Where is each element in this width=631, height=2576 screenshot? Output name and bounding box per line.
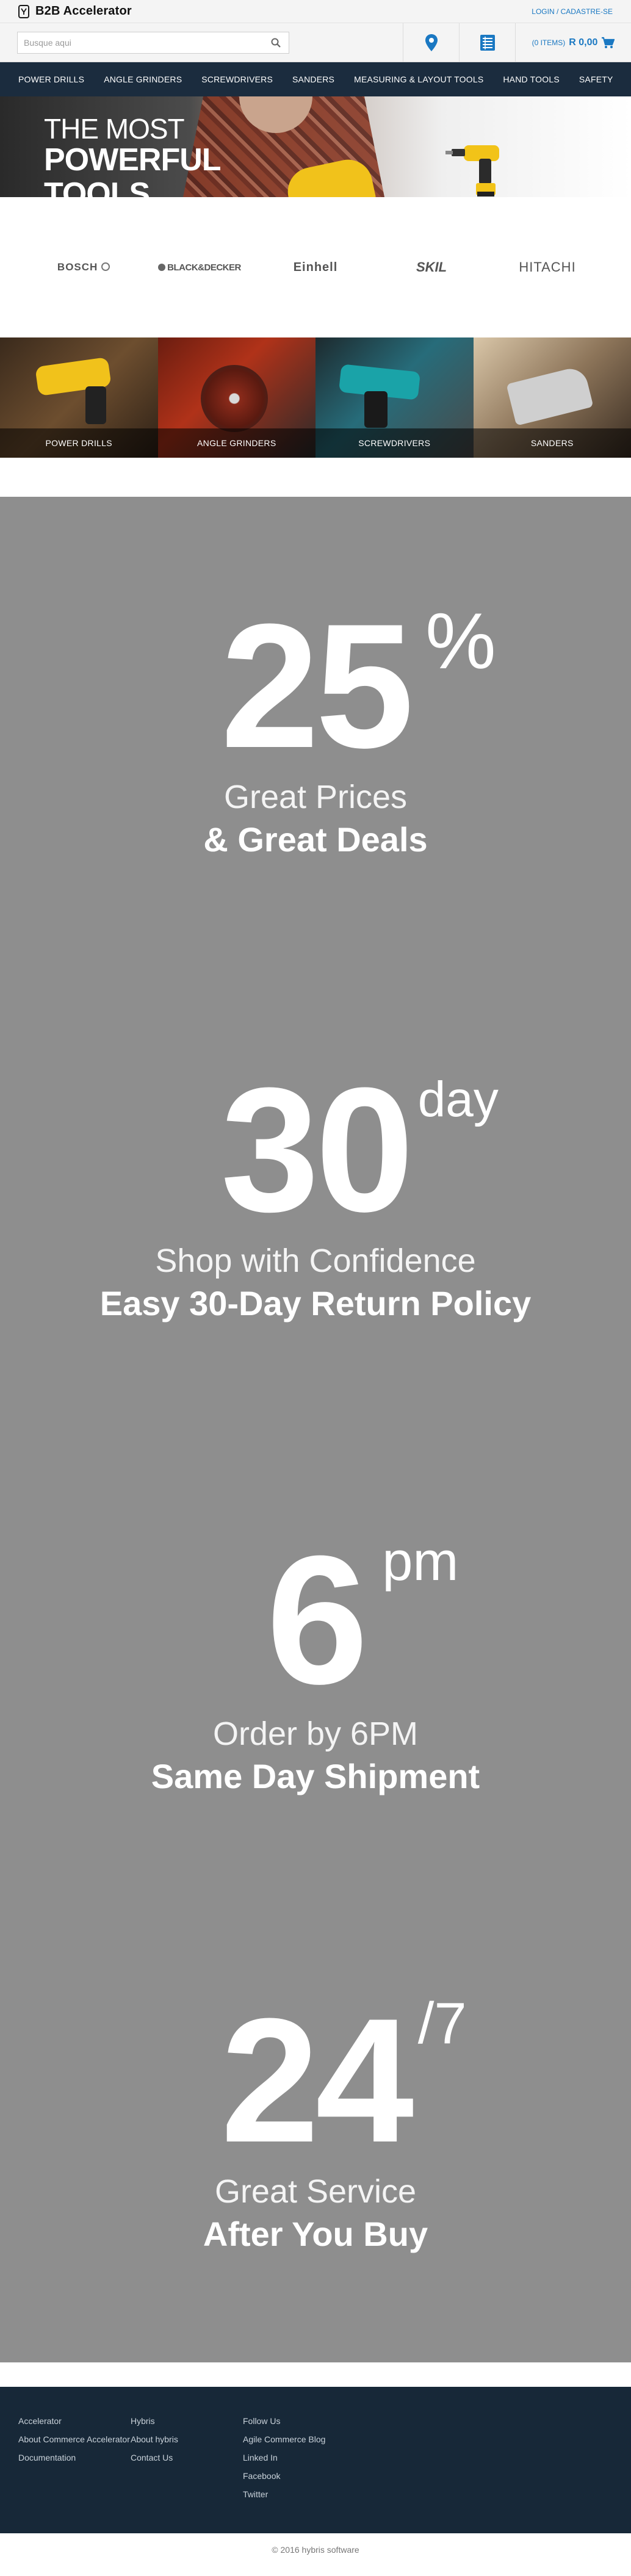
brand-logo-skil[interactable]: SKIL <box>373 259 489 275</box>
nav-item-hand-tools[interactable]: HAND TOOLS <box>493 74 569 84</box>
brand-logo-black-decker-text: BLACK&DECKER <box>167 262 241 273</box>
cart-item-count: (0 ITEMS) <box>532 38 566 47</box>
promo-big-number: 30 day <box>221 1061 499 1238</box>
footer: Accelerator About Commerce Accelerator D… <box>0 2387 631 2533</box>
nav-item-power-drills[interactable]: POWER DRILLS <box>9 74 94 84</box>
footer-link-about-hybris[interactable]: About hybris <box>131 2434 243 2445</box>
category-tile-screwdrivers[interactable]: SCREWDRIVERS <box>316 337 474 458</box>
promo-return-policy: 30 day Shop with Confidence Easy 30-Day … <box>0 1061 631 1323</box>
hero-line-3: TOOLS <box>44 176 150 197</box>
cart-icon <box>602 37 615 48</box>
promo-big-number: 24 /7 <box>221 1992 467 2169</box>
promo-suffix: day <box>417 1072 499 1127</box>
footer-column-accelerator: Accelerator About Commerce Accelerator D… <box>18 2416 131 2533</box>
top-bar: B2B Accelerator LOGIN / CADASTRE-SE <box>0 0 631 23</box>
screwdriver-handle-shape <box>364 391 388 428</box>
promo-number: 24 <box>220 1982 414 2179</box>
promo-same-day-shipment: 6 pm Order by 6PM Same Day Shipment <box>0 1528 631 1796</box>
category-tile-sanders[interactable]: SANDERS <box>473 337 631 458</box>
page: B2B Accelerator LOGIN / CADASTRE-SE (0 I… <box>0 0 631 2576</box>
footer-link-about-commerce-accelerator[interactable]: About Commerce Accelerator <box>18 2434 131 2445</box>
promo-suffix: pm <box>382 1531 459 1592</box>
grinder-disc-shape <box>200 365 268 432</box>
category-label: POWER DRILLS <box>0 428 158 458</box>
site-logo[interactable]: B2B Accelerator <box>18 4 132 18</box>
footer-link-linkedin[interactable]: Linked In <box>243 2453 355 2463</box>
footer-link-contact-us[interactable]: Contact Us <box>131 2453 243 2463</box>
footer-link-documentation[interactable]: Documentation <box>18 2453 131 2463</box>
brand-logo-black-decker[interactable]: BLACK&DECKER <box>142 262 258 273</box>
promo-title: After You Buy <box>203 2215 428 2253</box>
store-finder-button[interactable] <box>403 23 459 62</box>
login-register-link[interactable]: LOGIN / CADASTRE-SE <box>532 7 613 16</box>
main-navigation: POWER DRILLS ANGLE GRINDERS SCREWDRIVERS… <box>0 62 631 96</box>
category-label: SANDERS <box>473 428 631 458</box>
nav-item-measuring-layout-tools[interactable]: MEASURING & LAYOUT TOOLS <box>344 74 493 84</box>
hero-banner[interactable]: THE MOST POWERFUL TOOLS <box>0 96 631 197</box>
promo-number: 6 <box>266 1517 369 1722</box>
footer-link-hybris[interactable]: Hybris <box>131 2416 243 2426</box>
promo-number: 30 <box>220 1051 414 1249</box>
category-label: SCREWDRIVERS <box>316 428 474 458</box>
brand-logo-bosch[interactable]: BOSCH <box>26 261 142 273</box>
black-decker-emblem-icon <box>158 263 166 271</box>
search-icon[interactable] <box>269 36 283 49</box>
list-icon <box>480 35 495 51</box>
nav-item-safety[interactable]: SAFETY <box>569 74 623 84</box>
mini-cart[interactable]: (0 ITEMS) R 0,00 <box>515 23 631 62</box>
footer-link-twitter[interactable]: Twitter <box>243 2489 355 2500</box>
footer-column-hybris: Hybris About hybris Contact Us <box>131 2416 243 2533</box>
brand-logo-einhell[interactable]: Einhell <box>258 261 373 275</box>
quick-order-button[interactable] <box>459 23 515 62</box>
promo-section: 25 % Great Prices & Great Deals 30 day S… <box>0 497 631 2362</box>
footer-link-agile-commerce-blog[interactable]: Agile Commerce Blog <box>243 2434 355 2445</box>
section-spacer <box>0 458 631 497</box>
footer-link-follow-us[interactable]: Follow Us <box>243 2416 355 2426</box>
brand-logo-icon <box>18 4 29 18</box>
promo-suffix: % <box>425 596 496 685</box>
drill-handle-shape <box>85 386 106 424</box>
footer-column-follow-us: Follow Us Agile Commerce Blog Linked In … <box>243 2416 355 2533</box>
promo-big-number: 25 % <box>221 597 496 774</box>
nav-item-sanders[interactable]: SANDERS <box>283 74 344 84</box>
brand-logos: BOSCH BLACK&DECKER Einhell SKIL HITACHI <box>0 197 631 337</box>
category-tile-power-drills[interactable]: POWER DRILLS <box>0 337 158 458</box>
header-actions: (0 ITEMS) R 0,00 <box>403 23 631 62</box>
hero-line-1: THE MOST <box>44 113 185 145</box>
brand-logo-bosch-text: BOSCH <box>57 261 98 273</box>
copyright-notice: © 2016 hybris software <box>0 2533 631 2566</box>
promo-big-number: 6 pm <box>267 1528 459 1711</box>
cart-total: R 0,00 <box>569 37 598 48</box>
promo-great-service: 24 /7 Great Service After You Buy <box>0 1992 631 2254</box>
category-tile-angle-grinders[interactable]: ANGLE GRINDERS <box>157 337 316 458</box>
hero-line-2: POWERFUL <box>44 142 222 178</box>
bosch-emblem-icon <box>101 262 110 271</box>
search-box <box>17 31 289 54</box>
promo-title: Same Day Shipment <box>151 1757 480 1795</box>
footer-link-accelerator[interactable]: Accelerator <box>18 2416 131 2426</box>
search-input[interactable] <box>24 37 269 48</box>
hero-headline: THE MOST POWERFUL TOOLS <box>44 113 222 197</box>
search-row: (0 ITEMS) R 0,00 <box>0 23 631 62</box>
promo-number: 25 <box>220 587 414 785</box>
promo-title: & Great Deals <box>203 820 428 859</box>
brand-logo-hitachi[interactable]: HITACHI <box>489 259 605 275</box>
drill-product-image <box>445 145 499 197</box>
promo-title: Easy 30-Day Return Policy <box>99 1284 532 1322</box>
brand-name: B2B Accelerator <box>35 4 132 18</box>
category-label: ANGLE GRINDERS <box>157 428 316 458</box>
category-tiles: POWER DRILLS ANGLE GRINDERS SCREWDRIVERS… <box>0 337 631 458</box>
footer-spacer <box>0 2362 631 2387</box>
promo-great-prices: 25 % Great Prices & Great Deals <box>0 597 631 859</box>
promo-suffix: /7 <box>417 1991 467 2056</box>
footer-link-facebook[interactable]: Facebook <box>243 2471 355 2481</box>
location-pin-icon <box>425 34 438 51</box>
nav-item-screwdrivers[interactable]: SCREWDRIVERS <box>192 74 283 84</box>
nav-item-angle-grinders[interactable]: ANGLE GRINDERS <box>94 74 192 84</box>
